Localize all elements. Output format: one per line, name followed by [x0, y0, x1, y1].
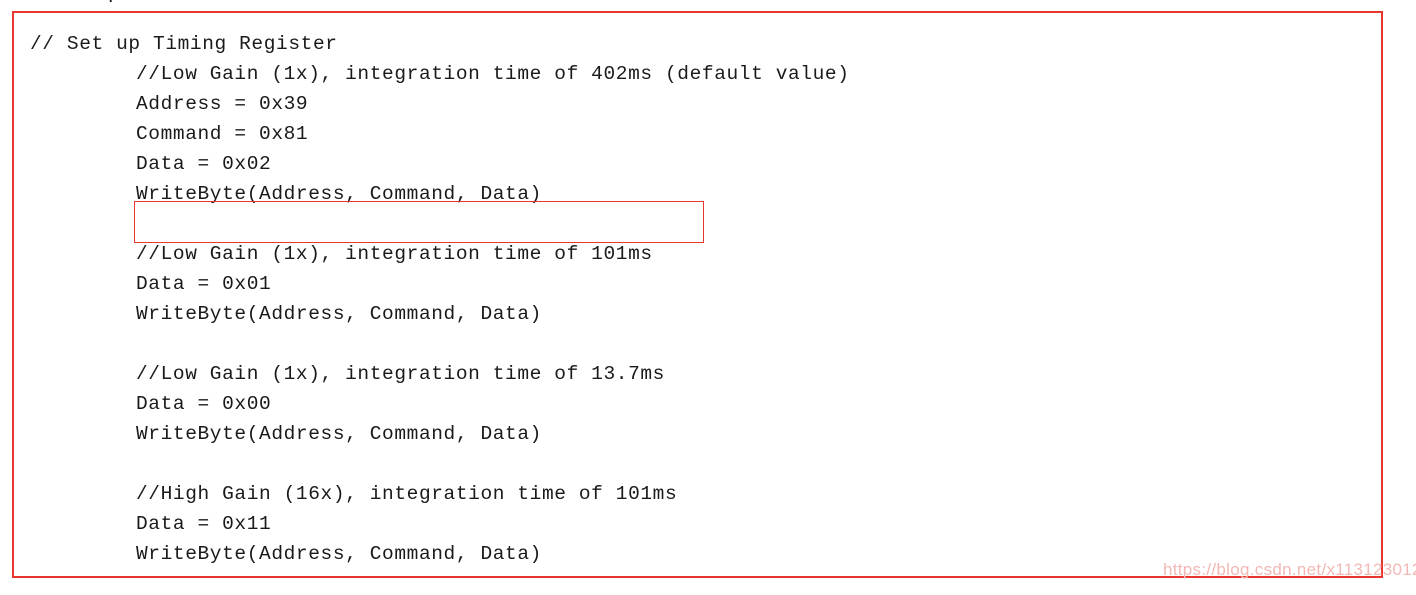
code-line: WriteByte(Address, Command, Data) — [136, 303, 542, 325]
clipped-text-fragment: p — [108, 0, 120, 4]
code-line: //Low Gain (1x), integration time of 402… — [136, 63, 850, 85]
code-line: Data = 0x00 — [136, 393, 272, 415]
code-snippet-frame: // Set up Timing Register //Low Gain (1x)… — [12, 11, 1383, 578]
code-line: //Low Gain (1x), integration time of 13.… — [136, 363, 665, 385]
watermark: https://blog.csdn.net/x1131230123 — [1163, 560, 1416, 579]
code-line: Data = 0x11 — [136, 513, 272, 535]
code-line: Command = 0x81 — [136, 123, 309, 145]
code-line: WriteByte(Address, Command, Data) — [136, 183, 542, 205]
code-line: //Low Gain (1x), integration time of 101… — [136, 243, 653, 265]
code-line: Data = 0x02 — [136, 153, 272, 175]
code-line: // Set up Timing Register — [30, 33, 338, 55]
code-line: Address = 0x39 — [136, 93, 309, 115]
code-line: Data = 0x01 — [136, 273, 272, 295]
code-block: // Set up Timing Register //Low Gain (1x)… — [14, 13, 1381, 569]
code-line: WriteByte(Address, Command, Data) — [136, 423, 542, 445]
code-line: //High Gain (16x), integration time of 1… — [136, 483, 678, 505]
